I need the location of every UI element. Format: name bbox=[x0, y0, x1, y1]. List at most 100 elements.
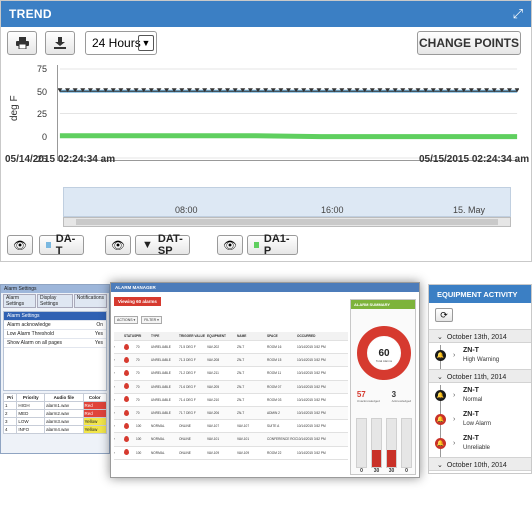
time-navigator[interactable]: 08:00 16:00 15. May bbox=[63, 187, 511, 227]
alarm-cell: 71.6 DEG F bbox=[179, 384, 196, 389]
column-header[interactable]: SPACE bbox=[267, 334, 297, 338]
expand-row-icon: › bbox=[114, 450, 116, 455]
composite-screenshot: TREND ⤢ 24 Hours ▼ CHANGE POINTS deg F 7… bbox=[0, 0, 532, 509]
alarm-row[interactable]: › 100 NORMAL ONLINE VAV-101 VAV-101 CONFERENCE… bbox=[114, 433, 348, 447]
refresh-button[interactable]: ⟳ bbox=[435, 308, 453, 322]
settings-row[interactable]: Show Alarm on all pages Yes bbox=[4, 339, 106, 348]
alarm-status-icon bbox=[124, 396, 129, 403]
activity-date-header[interactable]: ⌄ October 10th, 2014 bbox=[429, 457, 531, 471]
activity-event[interactable]: 🔔 › ZN-T High Warning bbox=[429, 345, 531, 367]
visibility-toggle-button[interactable]: 👁 bbox=[105, 235, 131, 255]
alarm-row[interactable]: › 70 UNRELIABLE 71.7 DEG F VAV-206 ZN-T ADMIN … bbox=[114, 406, 348, 421]
column-header[interactable]: TYPE bbox=[151, 334, 179, 338]
alarm-row[interactable]: › 70 UNRELIABLE 71.6 DEG F VAV-205 ZN-T ROOM 0… bbox=[114, 380, 348, 394]
alarm-cell: ZN-T bbox=[237, 397, 245, 402]
visibility-toggle-button[interactable]: 👁 bbox=[7, 235, 33, 255]
activity-date: October 10th, 2014 bbox=[446, 462, 507, 469]
priority-bar bbox=[356, 418, 367, 468]
event-point-name: ZN-T bbox=[463, 387, 479, 394]
legend-chip-da1-p[interactable]: DA1-P bbox=[247, 233, 298, 257]
alarm-row[interactable]: › 70 UNRELIABLE 71.5 DEG F VAV-202 ZN-T ROOM 1… bbox=[114, 341, 348, 355]
chevron-down-icon: ▼ bbox=[138, 35, 154, 51]
start-date: 05/14/2015 02:24:34 am bbox=[5, 154, 116, 165]
table-row[interactable]: 2 MED alarm2.wav Red bbox=[2, 409, 108, 418]
settings-row[interactable]: Low Alarm Threshold Yes bbox=[4, 330, 106, 339]
column-header[interactable]: TRIGGER VALUE bbox=[179, 334, 207, 338]
chevron-right-icon: › bbox=[453, 416, 456, 423]
expand-icon[interactable]: ⤢ bbox=[513, 6, 523, 22]
alarm-row[interactable]: › 100 NORMAL ONLINE VAV-109 VAV-109 ROOM 22 10/… bbox=[114, 447, 348, 460]
trend-header: TREND ⤢ bbox=[1, 1, 531, 27]
status-cell bbox=[124, 409, 136, 417]
column-header[interactable]: NAME bbox=[237, 334, 267, 338]
visibility-toggle-button[interactable]: 👁 bbox=[217, 235, 243, 255]
alarm-cell: ROOM 07 bbox=[267, 384, 282, 389]
priority-bar-fill bbox=[387, 450, 396, 467]
bell-icon: 🔔 bbox=[435, 350, 446, 361]
event-point-name: ZN-T bbox=[463, 347, 479, 354]
settings-row[interactable]: Alarm acknowledge On bbox=[4, 321, 106, 330]
tab-notifications[interactable]: Notifications bbox=[73, 294, 107, 308]
filter-dropdown[interactable]: FILTER ▾ bbox=[141, 316, 162, 324]
change-points-button[interactable]: CHANGE POINTS bbox=[417, 31, 521, 55]
alarm-cell: 10/14/2015 3:52 PM bbox=[297, 371, 326, 376]
settings-row[interactable]: Alarm Settings bbox=[4, 312, 106, 321]
alarm-cell: UNRELIABLE bbox=[151, 371, 171, 376]
alarm-row[interactable]: › 70 UNRELIABLE 71.4 DEG F VAV-210 ZN-T ROOM 0… bbox=[114, 394, 348, 407]
column-header[interactable]: PRI bbox=[136, 334, 151, 338]
status-cell bbox=[124, 356, 136, 364]
time-range-value: 24 Hours bbox=[92, 36, 141, 50]
activity-event[interactable]: 🔔 › ZN-T Normal bbox=[429, 385, 531, 407]
event-status: High Warning bbox=[463, 357, 500, 363]
alarm-cell: UNRELIABLE bbox=[151, 397, 171, 402]
end-date: 05/15/2015 02:24:34 am bbox=[419, 154, 530, 165]
print-button[interactable] bbox=[7, 31, 37, 55]
expand-row-icon: › bbox=[114, 371, 116, 376]
alarm-donut-chart: 60 Total Alarms bbox=[357, 326, 411, 380]
activity-date-header[interactable]: ⌄ October 11th, 2014 bbox=[429, 369, 531, 383]
activity-event[interactable]: 🔔 › ZN-T Unreliable bbox=[429, 433, 531, 455]
tab-display-settings[interactable]: Display Settings bbox=[37, 294, 73, 308]
alarm-row[interactable]: › 70 UNRELIABLE 71.3 DEG F VAV-208 ZN-T ROOM 1… bbox=[114, 354, 348, 368]
table-row[interactable]: 3 LOW alarm3.wav Yellow bbox=[2, 417, 108, 426]
column-header: Priority bbox=[16, 393, 46, 402]
priority-bar-values: 0 30 30 0 bbox=[356, 468, 412, 474]
navigator-label: 15. May bbox=[453, 205, 486, 215]
time-range-select[interactable]: 24 Hours ▼ bbox=[85, 31, 157, 55]
table-cell: 4 bbox=[2, 425, 18, 434]
column-header[interactable]: OCCURRED bbox=[297, 334, 342, 338]
actions-dropdown[interactable]: ACTIONS ▾ bbox=[114, 316, 139, 324]
table-row[interactable]: 4 INFO alarm4.wav Yellow bbox=[2, 425, 108, 434]
alarm-cell: ROOM 15 bbox=[267, 358, 282, 363]
download-button[interactable] bbox=[45, 31, 75, 55]
alarm-cell: 10/14/2015 3:52 PM bbox=[297, 358, 326, 363]
table-cell: alarm1.wav bbox=[44, 401, 84, 410]
alarm-grid-header: STATUS PRI TYPE TRIGGER VALUE EQUIPMENT NAME S… bbox=[114, 332, 348, 341]
refresh-icon: ⟳ bbox=[440, 309, 448, 320]
priority-bar-value: 0 bbox=[405, 468, 408, 474]
viewing-alarms-badge: Viewing 60 alarms bbox=[114, 297, 161, 306]
alarm-row[interactable]: › 70 UNRELIABLE 71.2 DEG F VAV-211 ZN-T ROOM 1… bbox=[114, 367, 348, 381]
alarm-row[interactable]: › 100 NORMAL ONLINE VAV-107 VAV-107 SUITE A 10/… bbox=[114, 420, 348, 434]
alarm-cell: 10/14/2015 3:52 PM bbox=[297, 384, 326, 389]
activity-date-header[interactable]: ⌄ October 13th, 2014 bbox=[429, 329, 531, 343]
status-cell bbox=[124, 369, 136, 377]
column-header[interactable]: STATUS bbox=[124, 334, 136, 338]
column-header[interactable]: EQUIPMENT bbox=[207, 334, 237, 338]
scrollbar-thumb[interactable] bbox=[76, 219, 498, 225]
alarm-cell: ONLINE bbox=[179, 437, 191, 442]
tab-alarm-settings[interactable]: Alarm Settings bbox=[3, 294, 36, 308]
legend-swatch bbox=[46, 242, 51, 248]
legend-chip-dat-sp[interactable]: ▼ DAT-SP bbox=[135, 233, 190, 257]
y-tick-label: 50 bbox=[36, 86, 47, 97]
alarm-cell: 10/14/2015 3:52 PM bbox=[297, 345, 326, 350]
alarm-cell: ROOM 03 bbox=[267, 397, 282, 402]
navigator-range[interactable] bbox=[63, 187, 511, 217]
activity-event[interactable]: 🔔 › ZN-T Low Alarm bbox=[429, 409, 531, 431]
navigator-scrollbar[interactable] bbox=[63, 217, 511, 227]
table-cell: Red bbox=[82, 401, 108, 410]
eye-icon: 👁 bbox=[223, 239, 237, 252]
legend-chip-da-t[interactable]: DA-T bbox=[39, 233, 84, 257]
table-row[interactable]: 1 HIGH alarm1.wav Red bbox=[2, 401, 108, 410]
settings-cell: Alarm Settings bbox=[7, 313, 40, 319]
